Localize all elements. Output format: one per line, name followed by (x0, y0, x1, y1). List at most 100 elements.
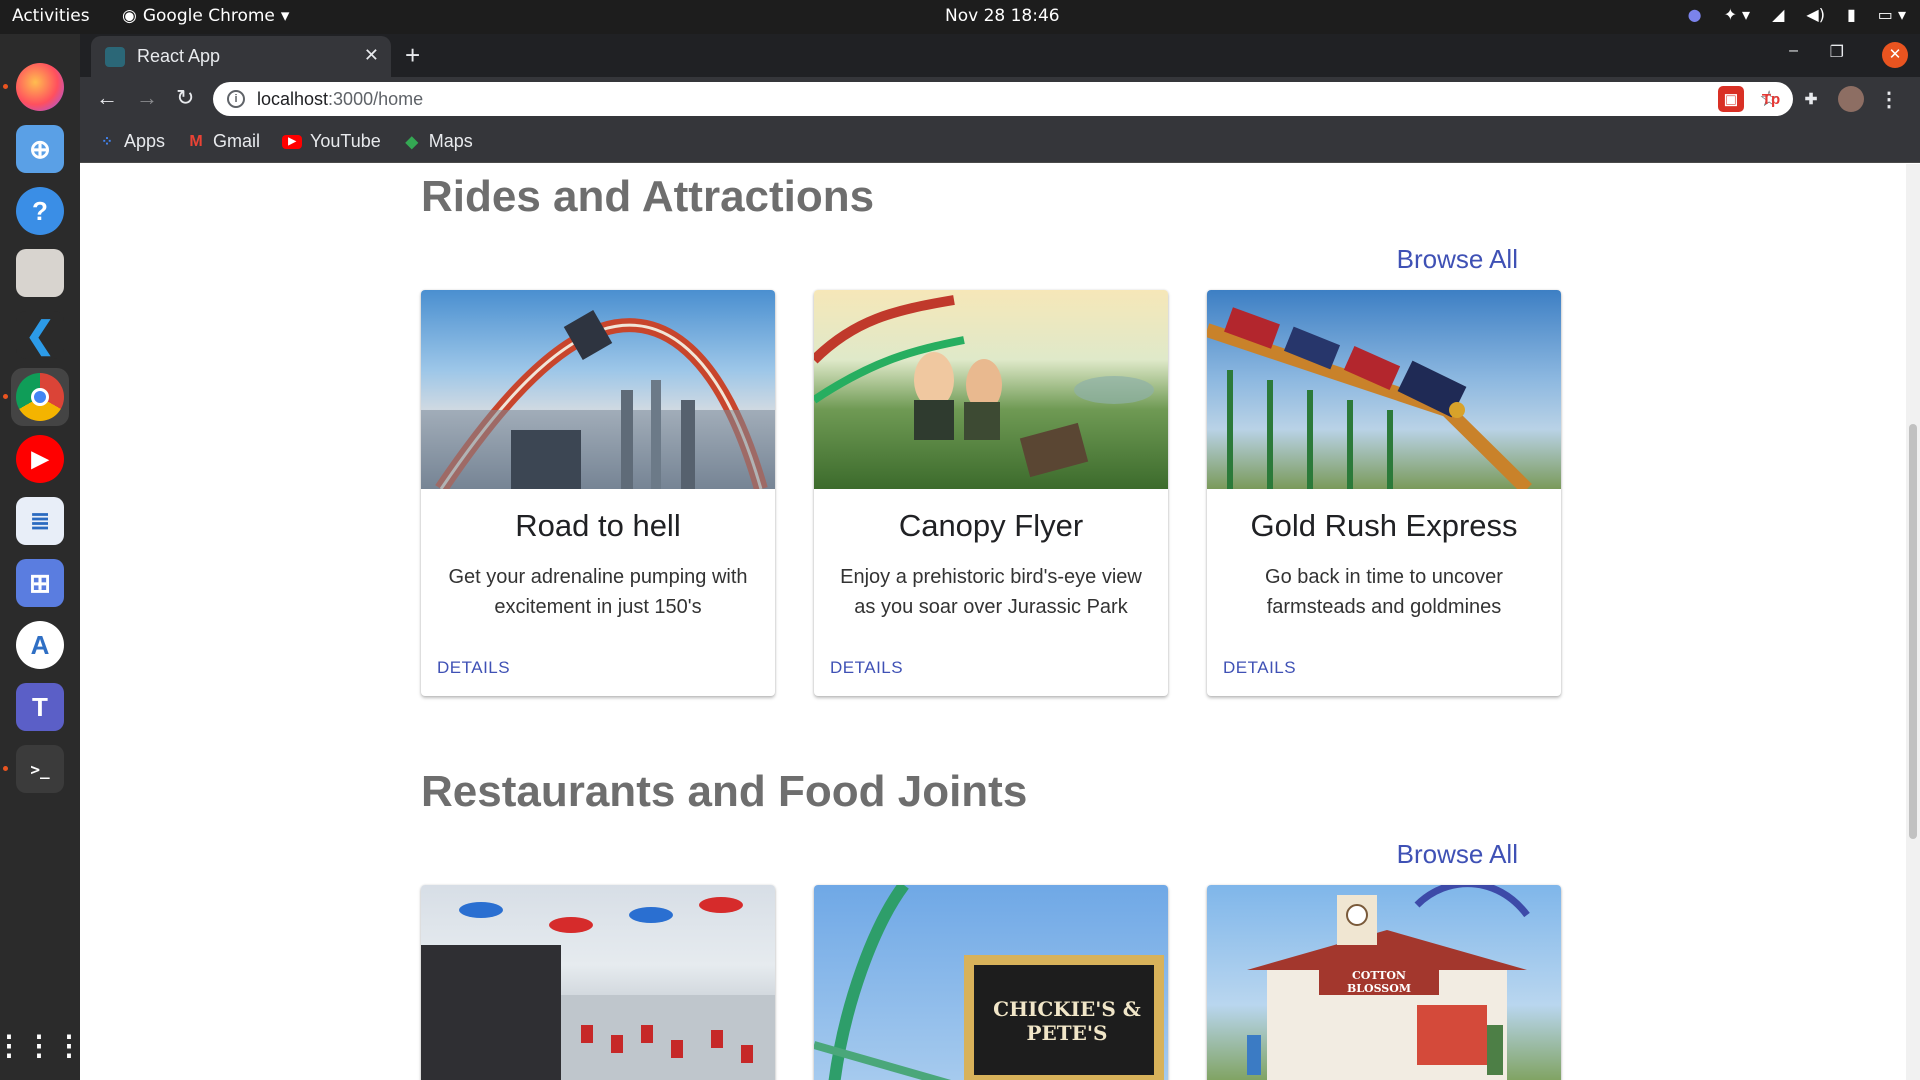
bookmark-youtube[interactable]: ▶ YouTube (282, 131, 381, 152)
scrollbar-thumb[interactable] (1909, 424, 1917, 839)
extension-red-icon[interactable]: ▣ (1718, 86, 1744, 112)
dock-help[interactable]: ? (11, 182, 69, 240)
clock[interactable]: Nov 28 18:46 (945, 6, 1060, 26)
profile-avatar[interactable] (1838, 86, 1864, 112)
section-title-rides: Rides and Attractions (421, 172, 875, 221)
site-info-icon[interactable]: i (227, 90, 245, 108)
card-description: Get your adrenaline pumping with excitem… (448, 566, 748, 618)
bookmark-label: YouTube (310, 131, 381, 151)
restaurant-card: CHICKIE'S & PETE'S (814, 885, 1168, 1080)
bookmark-apps[interactable]: ⁘ Apps (98, 131, 165, 152)
dock-firefox[interactable] (11, 58, 69, 116)
dock-chrome[interactable] (11, 368, 69, 426)
card-title: Canopy Flyer (898, 508, 1084, 543)
card-title: Gold Rush Express (1250, 508, 1518, 543)
ride-image-gold-rush-express (1207, 290, 1561, 489)
page-scrollbar[interactable] (1906, 164, 1920, 1080)
accessibility-icon[interactable]: ✦ ▾ (1724, 5, 1751, 24)
screenshot-icon: ⊞ (16, 559, 64, 607)
tab-close-icon[interactable]: ✕ (364, 45, 379, 66)
url-path: :3000/home (328, 88, 424, 109)
tab-strip: React App ✕ + – ❐ ✕ (80, 34, 1920, 77)
dock-youtube-music[interactable]: ▶ (11, 430, 69, 488)
tab-title: React App (137, 46, 221, 66)
address-bar[interactable]: i localhost:3000/home ☆ (213, 82, 1793, 116)
chrome-small-icon: ◉ (122, 6, 137, 26)
app-menu-label: Google Chrome (142, 6, 275, 26)
bookmark-maps[interactable]: ◆ Maps (403, 131, 473, 152)
chickies-sign-text: CHICKIE'S & PETE'S (993, 997, 1141, 1045)
android-studio-icon: A (16, 621, 64, 669)
system-tray[interactable]: ● ✦ ▾ ◢ ◀) ▮ ▭ ▾ (1688, 5, 1906, 24)
tab-react-app[interactable]: React App ✕ (91, 36, 391, 77)
dock-writer[interactable]: ≣ (11, 492, 69, 550)
youtube-icon: ▶ (282, 134, 303, 149)
restaurant-image-patio (421, 885, 775, 1080)
dock-android-studio[interactable]: A (11, 616, 69, 674)
maximize-button[interactable]: ❐ (1830, 42, 1844, 62)
card-title: Road to hell (515, 508, 681, 543)
firefox-icon (16, 63, 64, 111)
ride-image-canopy-flyer (814, 290, 1168, 489)
react-favicon-icon (105, 46, 125, 67)
section-title-restaurants: Restaurants and Food Joints (421, 767, 1028, 816)
bookmark-label: Gmail (213, 131, 261, 151)
chrome-menu-icon[interactable]: ⋮ (1876, 86, 1902, 112)
terminal-icon: >_ (16, 745, 64, 793)
software-center-icon: ⊕ (16, 125, 64, 173)
ride-card: Gold Rush Express Go back in time to unc… (1207, 290, 1561, 696)
teams-icon: T (16, 683, 64, 731)
volume-icon: ◀) (1806, 5, 1825, 24)
teams-tray-icon[interactable]: ● (1688, 5, 1702, 24)
system-top-bar: Activities ◉ Google Chrome ▾ Nov 28 18:4… (0, 0, 1920, 34)
cotton-blossom-sign-text: COTTON BLOSSOM (1319, 969, 1439, 995)
bookmark-label: Maps (428, 131, 473, 151)
details-button[interactable]: DETAILS (1223, 658, 1296, 678)
close-window-button[interactable]: ✕ (1882, 42, 1908, 68)
restaurant-image-cotton-blossom: COTTON BLOSSOM (1207, 885, 1561, 1080)
activities-button[interactable]: Activities (12, 6, 90, 26)
minimize-button[interactable]: – (1789, 42, 1798, 60)
url-host: localhost (257, 88, 329, 109)
dock-teams[interactable]: T (11, 678, 69, 736)
restaurant-card (421, 885, 775, 1080)
writer-icon: ≣ (16, 497, 64, 545)
dock: ⊕ ? ❮ ▶ ≣ ⊞ A T >_ ⋮⋮⋮ (0, 34, 85, 1080)
bookmark-label: Apps (124, 131, 166, 151)
extensions-puzzle-icon[interactable]: ✚ (1798, 86, 1824, 112)
dock-terminal[interactable]: >_ (11, 740, 69, 798)
vscode-icon: ❮ (16, 311, 64, 359)
help-icon: ? (16, 187, 64, 235)
youtube-music-icon: ▶ (16, 435, 64, 483)
wifi-icon: ◢ (1772, 5, 1785, 24)
files-icon (16, 249, 64, 297)
restaurant-image-chickies-petes: CHICKIE'S & PETE'S (814, 885, 1168, 1080)
forward-button[interactable]: → (136, 85, 158, 111)
reload-button[interactable]: ↻ (176, 85, 194, 111)
caret-down-icon: ▾ (280, 6, 290, 26)
app-menu[interactable]: ◉ Google Chrome ▾ (122, 6, 289, 26)
details-button[interactable]: DETAILS (437, 658, 510, 678)
dock-files[interactable] (11, 244, 69, 302)
browser-toolbar: ← → ↻ i localhost:3000/home ☆ ▣ Tp ✚ ⋮ (80, 77, 1920, 121)
bookmark-gmail[interactable]: M Gmail (187, 131, 260, 152)
back-button[interactable]: ← (96, 85, 118, 111)
ride-card: Canopy Flyer Enjoy a prehistoric bird's-… (814, 290, 1168, 696)
dock-vscode[interactable]: ❮ (11, 306, 69, 364)
microphone-icon: ▮ (1846, 5, 1856, 24)
extension-tp-icon[interactable]: Tp (1758, 86, 1784, 112)
app-grid-icon: ⋮⋮⋮ (0, 1029, 85, 1061)
browse-all-rides-link[interactable]: Browse All (1397, 244, 1518, 275)
dock-screenshot[interactable]: ⊞ (11, 554, 69, 612)
dock-software[interactable]: ⊕ (11, 120, 69, 178)
maps-icon: ◆ (405, 133, 418, 151)
page-viewport: Rides and Attractions Browse All Road to… (80, 164, 1906, 1080)
restaurant-card: COTTON BLOSSOM (1207, 885, 1561, 1080)
gmail-icon: M (189, 132, 203, 150)
card-description: Go back in time to uncover farmsteads an… (1265, 566, 1503, 618)
browse-all-restaurants-link[interactable]: Browse All (1397, 839, 1518, 870)
bookmarks-bar: ⁘ Apps M Gmail ▶ YouTube ◆ Maps (80, 121, 1920, 163)
dock-app-grid[interactable]: ⋮⋮⋮ (0, 1016, 85, 1074)
details-button[interactable]: DETAILS (830, 658, 903, 678)
new-tab-button[interactable]: + (405, 40, 420, 71)
